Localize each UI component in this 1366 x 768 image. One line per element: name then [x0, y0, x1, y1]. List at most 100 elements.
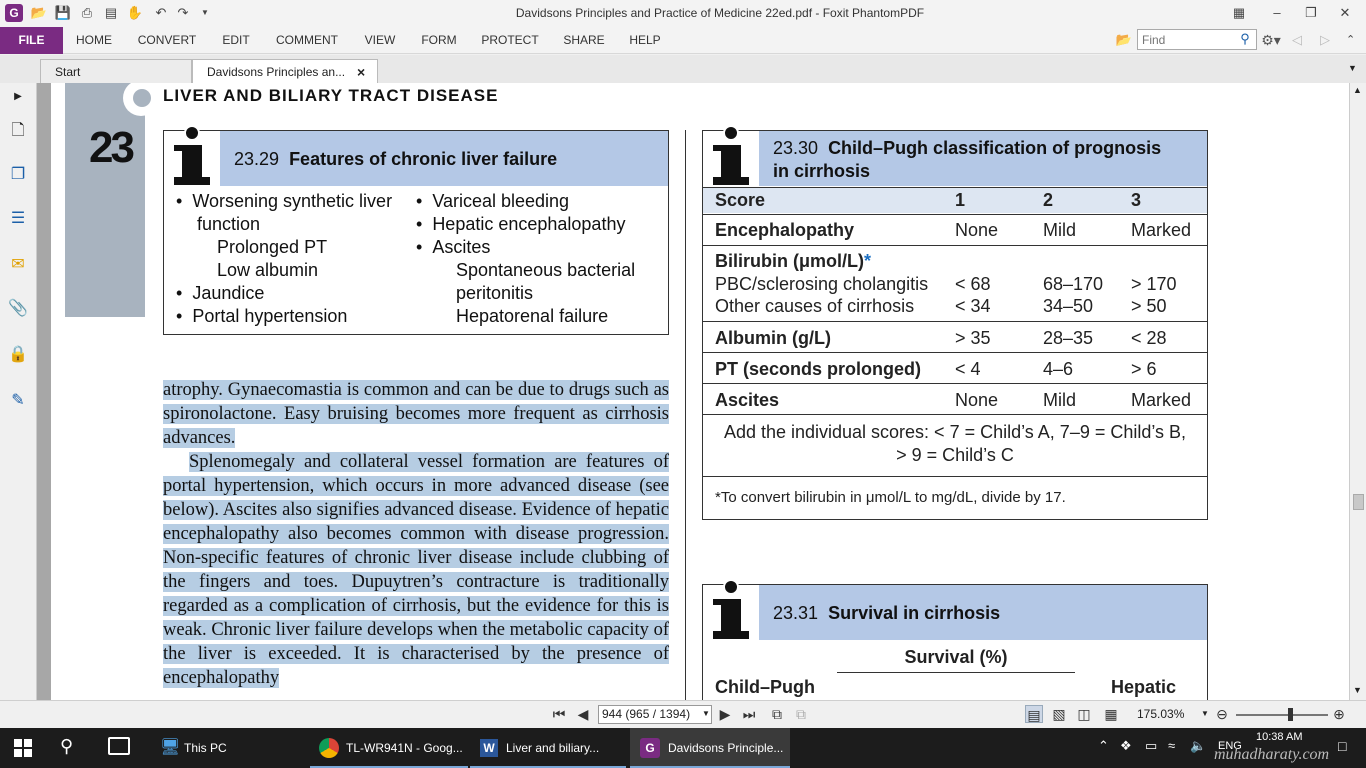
tab-close-icon[interactable]: ×: [357, 60, 365, 84]
signature-icon[interactable]: ✎: [6, 389, 30, 413]
vertical-scrollbar[interactable]: ▲ ▼: [1349, 83, 1366, 700]
search-icon[interactable]: ⚲: [1236, 30, 1254, 48]
clock-time[interactable]: 10:38 AM: [1256, 731, 1302, 743]
box-header: 23.30 Child–Pugh classification of progn…: [703, 125, 1207, 187]
continuous-page-icon[interactable]: ▧: [1050, 705, 1068, 723]
zoom-in-icon[interactable]: ⊕: [1330, 705, 1348, 723]
table-row: PT (seconds prolonged) < 4 4–6 > 6: [703, 352, 1207, 383]
box-title: 23.30 Child–Pugh classification of progn…: [773, 138, 1162, 181]
first-page-icon[interactable]: ⏮: [550, 705, 568, 723]
continuous-facing-icon[interactable]: ▦: [1102, 705, 1120, 723]
security-lock-icon[interactable]: 🔒: [6, 343, 30, 367]
table-row: Albumin (g/L) > 35 28–35 < 28: [703, 321, 1207, 352]
prev-result-icon[interactable]: ◁: [1292, 30, 1308, 50]
open-icon[interactable]: 📂: [30, 4, 48, 22]
wifi-icon[interactable]: ≈: [1168, 738, 1175, 753]
taskbar-foxit[interactable]: G Davidsons Principle...: [630, 728, 790, 768]
task-view-icon[interactable]: [108, 737, 130, 755]
bookmarks-icon[interactable]: 🗋: [6, 119, 30, 143]
scroll-thumb[interactable]: [1353, 494, 1364, 510]
battery-icon[interactable]: ▭: [1145, 738, 1157, 754]
previous-view-icon[interactable]: ⧉: [768, 705, 786, 723]
table-row: Bilirubin (μmol/L)* PBC/sclerosing chola…: [703, 245, 1207, 321]
attachments-icon[interactable]: 📎: [6, 297, 30, 321]
search-icon[interactable]: ⚲: [60, 736, 73, 757]
settings-gear-icon[interactable]: ⚙▾: [1260, 30, 1282, 50]
body-paragraph-2[interactable]: Splenomegaly and collateral vessel forma…: [163, 450, 669, 690]
taskbar-chrome[interactable]: TL-WR941N - Goog...: [310, 728, 468, 768]
box-header: 23.31 Survival in cirrhosis: [703, 579, 1207, 641]
document-view[interactable]: 23 LIVER AND BILIARY TRACT DISEASE 23.29…: [37, 83, 1349, 700]
info-i-icon: [703, 579, 759, 641]
notifications-icon[interactable]: □: [1338, 738, 1346, 754]
show-hidden-icons[interactable]: ⌃: [1098, 738, 1109, 754]
customize-dropdown-icon[interactable]: ▼: [196, 4, 214, 22]
menu-help[interactable]: HELP: [624, 27, 666, 54]
tab-list-dropdown-icon[interactable]: ▼: [1348, 61, 1362, 75]
table-row: Ascites None Mild Marked: [703, 383, 1207, 414]
zoom-dropdown-icon[interactable]: ▼: [1201, 709, 1209, 718]
menu-edit[interactable]: EDIT: [216, 27, 256, 54]
volume-icon[interactable]: 🔈: [1190, 738, 1206, 754]
restore-button[interactable]: ❐: [1302, 4, 1320, 22]
chapter-marker-dot: [133, 89, 151, 107]
zoom-slider[interactable]: [1236, 714, 1328, 716]
scroll-up-icon[interactable]: ▲: [1353, 85, 1362, 95]
comments-icon[interactable]: ✉: [6, 253, 30, 277]
menu-convert[interactable]: CONVERT: [132, 27, 202, 54]
file-menu[interactable]: FILE: [0, 27, 63, 54]
tab-start[interactable]: Start: [40, 59, 192, 83]
menu-protect[interactable]: PROTECT: [476, 27, 544, 54]
previous-page-icon[interactable]: ◀: [574, 705, 592, 723]
taskbar-word[interactable]: W Liver and biliary...: [470, 728, 626, 768]
dropbox-icon[interactable]: ❖: [1120, 738, 1132, 754]
zoom-slider-thumb[interactable]: [1288, 708, 1293, 721]
survival-header: Survival (%): [837, 647, 1075, 673]
pages-icon[interactable]: ❐: [6, 163, 30, 187]
tab-document-label: Davidsons Principles an...: [207, 65, 346, 79]
tab-start-label: Start: [55, 65, 81, 79]
computer-icon: 🖥: [160, 739, 181, 756]
save-icon[interactable]: 💾: [54, 4, 72, 22]
last-page-icon[interactable]: ⏭: [740, 705, 758, 723]
scroll-down-icon[interactable]: ▼: [1353, 685, 1362, 695]
page-dropdown-icon[interactable]: ▼: [702, 709, 710, 718]
box1-right-list: • Variceal bleeding • Hepatic encephalop…: [416, 190, 635, 328]
list-item: peritonitis: [456, 283, 534, 303]
ribbon-menu-bar: FILE HOME CONVERT EDIT COMMENT VIEW FORM…: [0, 27, 1366, 54]
table-row: Encephalopathy None Mild Marked: [703, 214, 1207, 245]
body-paragraph-1[interactable]: atrophy. Gynaecomastia is common and can…: [163, 378, 669, 450]
menu-form[interactable]: FORM: [416, 27, 462, 54]
properties-icon[interactable]: ▤: [102, 4, 120, 22]
find-folder-icon[interactable]: 📂: [1114, 31, 1134, 49]
tab-document[interactable]: Davidsons Principles an... ×: [192, 59, 378, 83]
list-item: Low albumin: [217, 260, 319, 280]
list-item: • Portal hypertension: [176, 306, 348, 326]
layers-icon[interactable]: ☰: [6, 207, 30, 231]
menu-comment[interactable]: COMMENT: [270, 27, 344, 54]
undo-icon[interactable]: ↶: [152, 4, 170, 22]
collapse-ribbon-icon[interactable]: ⌃: [1346, 30, 1362, 50]
watermark-text: muhadharaty.com: [1214, 746, 1330, 763]
next-page-icon[interactable]: ▶: [716, 705, 734, 723]
page-number-field[interactable]: 944 (965 / 1394): [598, 705, 712, 724]
print-icon[interactable]: ⎙: [78, 4, 96, 22]
hand-icon[interactable]: ✋: [126, 4, 144, 22]
menu-view[interactable]: VIEW: [358, 27, 402, 54]
menu-share[interactable]: SHARE: [558, 27, 610, 54]
next-result-icon[interactable]: ▷: [1320, 30, 1336, 50]
single-page-icon[interactable]: ▤: [1025, 705, 1043, 723]
menu-home[interactable]: HOME: [68, 27, 120, 54]
redo-icon[interactable]: ↷: [174, 4, 192, 22]
expand-panel-icon[interactable]: ▶: [6, 85, 30, 109]
column-divider: [685, 130, 686, 700]
zoom-out-icon[interactable]: ⊖: [1213, 705, 1231, 723]
start-windows-icon[interactable]: [14, 739, 32, 757]
facing-pages-icon[interactable]: ◫: [1075, 705, 1093, 723]
close-button[interactable]: ✕: [1336, 4, 1354, 22]
zoom-level[interactable]: 175.03%: [1137, 707, 1184, 721]
taskbar-this-pc[interactable]: 🖥 This PC: [150, 728, 300, 768]
next-view-icon[interactable]: ⧉: [792, 705, 810, 723]
minimize-button[interactable]: –: [1268, 4, 1286, 22]
ribbon-options-icon[interactable]: ▦: [1230, 4, 1248, 22]
